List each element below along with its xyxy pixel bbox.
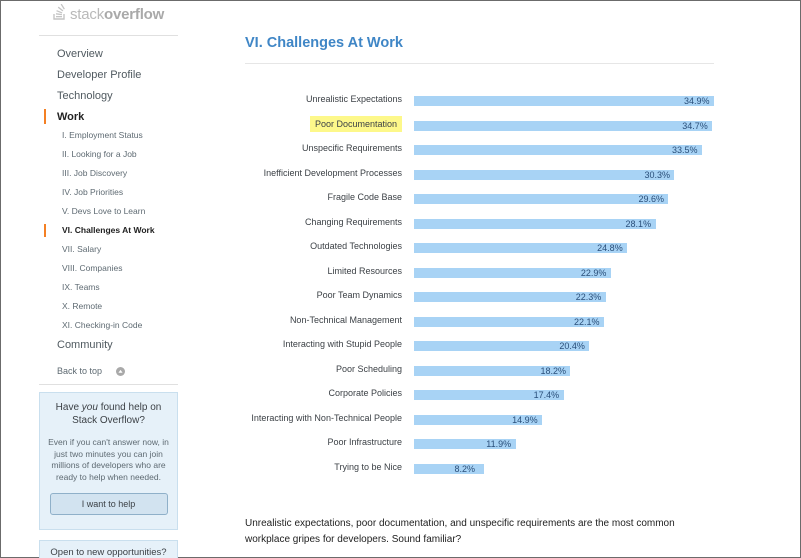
nav-item-technology[interactable]: Technology — [39, 86, 178, 107]
chart-category-label: Interacting with Non-Technical People — [251, 412, 402, 423]
chart-row: Poor Scheduling 18.2% — [245, 358, 715, 383]
chart-row: Corporate Policies 17.4% — [245, 382, 715, 407]
nav-item-work[interactable]: Work — [39, 107, 178, 128]
chart-category-label: Non-Technical Management — [289, 314, 402, 325]
logo-text: stackoverflow — [70, 5, 165, 23]
nav-sub-checking-in-code[interactable]: XI. Checking-in Code — [39, 316, 178, 335]
opportunities-callout: Open to new opportunities? — [39, 540, 178, 558]
chart-category-label: Poor Documentation — [309, 115, 402, 132]
stackoverflow-logo-icon — [53, 3, 66, 25]
nav-sub-list: I. Employment Status II. Looking for a J… — [39, 126, 178, 335]
chart-bar — [414, 243, 628, 253]
nav-item-developer-profile[interactable]: Developer Profile — [39, 65, 178, 86]
chart-row: Fragile Code Base 29.6% — [245, 186, 715, 211]
nav-community-wrapper: Community — [39, 335, 178, 356]
nav-sub-job-discovery[interactable]: III. Job Discovery — [39, 164, 178, 183]
chart-category-label: Changing Requirements — [304, 216, 402, 227]
chart-row: Inefficient Development Processes 30.3% — [245, 162, 715, 187]
back-to-top-link[interactable]: Back to top — [57, 366, 126, 376]
chart-category-label: Corporate Policies — [328, 388, 402, 398]
nav-sub-companies[interactable]: VIII. Companies — [39, 259, 178, 278]
chart-value-label: 22.9% — [580, 267, 607, 278]
chart-category-label: Poor Infrastructure — [327, 437, 402, 447]
nav-item-overview[interactable]: Overview — [39, 44, 178, 65]
chart-value-label: 30.3% — [644, 169, 670, 180]
chart-category-label: Outdated Technologies — [310, 241, 402, 251]
sidebar-divider-bottom — [39, 384, 178, 385]
help-callout-body: Even if you can't answer now, in just tw… — [48, 437, 169, 482]
chart-value-label: 20.4% — [559, 341, 585, 351]
help-callout-title: Have you found help on Stack Overflow? — [55, 402, 162, 426]
chart-value-label: 8.2% — [454, 463, 475, 474]
nav-sub-job-priorities[interactable]: IV. Job Priorities — [39, 183, 178, 202]
chart-bar — [414, 145, 702, 155]
chart-row: Trying to be Nice 8.2% — [245, 456, 715, 481]
chart-bar — [414, 194, 669, 204]
chart-category-label: Unspecific Requirements — [301, 143, 402, 153]
chart-row: Unrealistic Expectations 34.9% — [245, 88, 715, 113]
title-divider — [245, 63, 714, 64]
nav-sub-devs-love-to-learn[interactable]: V. Devs Love to Learn — [39, 202, 178, 221]
chart-row: Interacting with Non-Technical People 14.… — [245, 407, 715, 432]
chart-category-label: Unrealistic Expectations — [305, 94, 402, 104]
back-to-top-label: Back to top — [57, 366, 103, 376]
nav-sub-challenges-at-work[interactable]: VI. Challenges At Work — [39, 221, 178, 240]
chart-value-label: 28.1% — [625, 218, 652, 229]
chart-row: Limited Resources 22.9% — [245, 260, 715, 285]
chart-value-label: 18.2% — [540, 365, 566, 376]
main-content: VI. Challenges At Work Unrealistic Expec… — [245, 0, 715, 558]
chart-value-label: 34.9% — [684, 96, 710, 106]
chart-value-label: 14.9% — [512, 414, 538, 425]
chart-row: Changing Requirements 28.1% — [245, 211, 715, 236]
chart-row: Poor Team Dynamics 22.3% — [245, 284, 715, 309]
chart-category-label: Fragile Code Base — [327, 192, 402, 202]
chart-value-label: 33.5% — [671, 145, 698, 155]
nav-sub-remote[interactable]: X. Remote — [39, 297, 178, 316]
chart-category-label: Poor Team Dynamics — [316, 290, 402, 300]
nav-item-community[interactable]: Community — [39, 335, 178, 356]
chart-value-label: 22.1% — [573, 316, 600, 327]
help-callout: Have you found help on Stack Overflow? E… — [39, 392, 178, 530]
chart-row: Poor Documentation 34.7% — [245, 113, 715, 138]
sidebar-divider — [39, 35, 178, 36]
chart-category-label: Poor Scheduling — [335, 363, 402, 374]
nav-main: Overview Developer Profile Technology Wo… — [39, 44, 178, 128]
chart-bar — [414, 120, 713, 131]
nav-sub-looking-for-job[interactable]: II. Looking for a Job — [39, 145, 178, 164]
chart-value-label: 17.4% — [533, 390, 560, 400]
chart-value-label: 22.3% — [575, 292, 602, 302]
arrow-up-icon — [116, 366, 126, 376]
chart-row: Unspecific Requirements 33.5% — [245, 137, 715, 162]
chart-bar — [414, 169, 675, 180]
nav-sub-teams[interactable]: IX. Teams — [39, 278, 178, 297]
opportunities-callout-title: Open to new opportunities? — [50, 547, 167, 558]
chart-row: Non-Technical Management 22.1% — [245, 309, 715, 334]
chart-value-label: 24.8% — [597, 243, 623, 253]
chart-value-label: 29.6% — [638, 194, 664, 204]
chart-bar — [414, 218, 656, 229]
chart-value-label: 11.9% — [486, 439, 512, 449]
challenges-bar-chart: Unrealistic Expectations 34.9% Poor Docume… — [245, 88, 715, 483]
summary-text: Unrealistic expectations, poor documenta… — [245, 518, 675, 545]
chart-value-label: 34.7% — [682, 120, 708, 131]
chart-category-label: Trying to be Nice — [334, 461, 402, 472]
chart-category-label: Inefficient Development Processes — [263, 167, 402, 178]
sidebar: stackoverflow Overview Developer Profile… — [39, 0, 178, 558]
chart-category-label: Interacting with Stupid People — [282, 339, 402, 349]
i-want-to-help-button[interactable]: I want to help — [49, 493, 168, 515]
chart-bar — [414, 96, 714, 106]
nav-sub-employment-status[interactable]: I. Employment Status — [39, 126, 178, 145]
page-title: VI. Challenges At Work — [245, 35, 403, 51]
chart-row: Poor Infrastructure 11.9% — [245, 431, 715, 456]
chart-category-label: Limited Resources — [327, 265, 402, 276]
nav-sub-salary[interactable]: VII. Salary — [39, 240, 178, 259]
chart-row: Interacting with Stupid People 20.4% — [245, 333, 715, 358]
chart-row: Outdated Technologies 24.8% — [245, 235, 715, 260]
logo[interactable]: stackoverflow — [53, 3, 164, 25]
